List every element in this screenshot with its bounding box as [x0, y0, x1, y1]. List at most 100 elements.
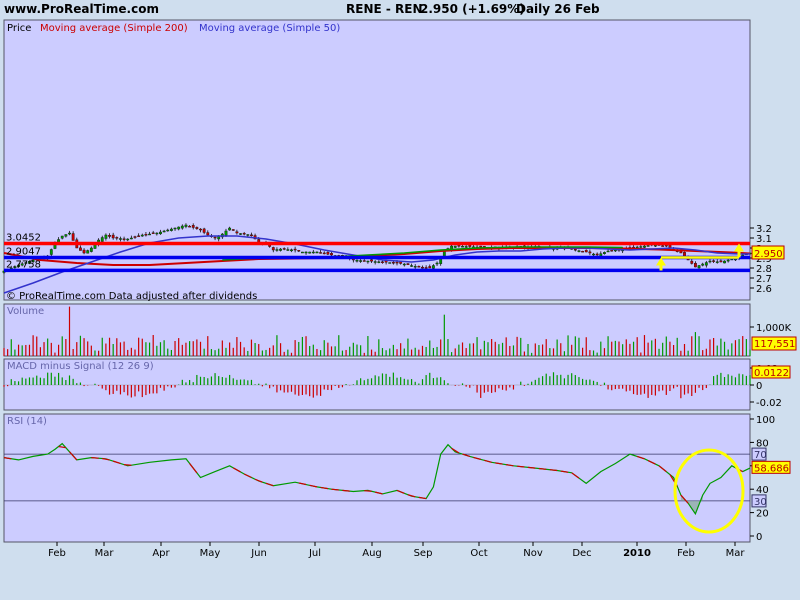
rsi-down-segment [364, 490, 372, 492]
candle [242, 233, 246, 235]
candle [290, 249, 293, 252]
candle [129, 237, 133, 240]
legend-ma50: Moving average (Simple 50) [199, 23, 340, 34]
level-label: 2.9047 [6, 247, 41, 258]
candle [366, 260, 370, 263]
candle [311, 251, 315, 254]
legend-rsi: RSI (14) [7, 416, 47, 427]
candle [664, 244, 668, 247]
x-tick-label: Sep [414, 548, 433, 559]
candle [166, 229, 170, 232]
candle [140, 234, 144, 237]
candle [373, 261, 377, 263]
candle [49, 249, 53, 255]
candle [100, 237, 104, 242]
candle [169, 228, 173, 231]
candle [271, 247, 275, 251]
candle [279, 248, 282, 251]
candle [275, 249, 279, 251]
candle [584, 249, 588, 253]
candle [199, 228, 202, 231]
candle [202, 228, 206, 233]
volume-tick-label: 1,000K [756, 323, 792, 334]
candle [406, 263, 410, 265]
candle [137, 235, 141, 237]
candle [402, 263, 406, 266]
price-tick-label: 2.6 [756, 284, 772, 295]
rsi-level-label: 70 [754, 450, 767, 461]
candle [151, 232, 155, 234]
candle [108, 235, 111, 237]
candle [162, 230, 166, 233]
candle [595, 253, 599, 256]
candle [224, 230, 228, 236]
candle [155, 232, 159, 235]
candle [293, 248, 297, 251]
candle [191, 225, 195, 228]
candle [726, 259, 730, 262]
candle [479, 245, 483, 248]
rsi-tick-label: 40 [756, 485, 769, 496]
candle [148, 233, 151, 236]
x-tick-label: Feb [48, 548, 66, 559]
candle [315, 251, 319, 254]
rsi-down-segment [342, 489, 350, 492]
candle [704, 262, 708, 266]
candle [111, 234, 115, 239]
candle [235, 231, 239, 234]
candle [330, 253, 333, 256]
candle [286, 249, 290, 251]
candle [428, 266, 432, 269]
x-tick-label: Mar [726, 548, 746, 559]
candle [592, 253, 595, 256]
candle [68, 232, 71, 235]
rsi-value-label: 58.686 [754, 463, 789, 474]
rsi-tick-label: 20 [756, 509, 769, 520]
rsi-down-segment [517, 465, 525, 468]
x-tick-label: Aug [362, 548, 382, 559]
candle [599, 253, 603, 257]
candle [712, 260, 716, 262]
last-price-label: 2.950 [754, 249, 783, 260]
candle [326, 252, 330, 255]
rsi-down-segment [331, 488, 339, 491]
x-tick-label: Apr [152, 548, 170, 559]
candle [588, 251, 592, 254]
legend-macd: MACD minus Signal (12 26 9) [7, 361, 154, 372]
candle [468, 244, 472, 247]
x-tick-label: Oct [470, 548, 487, 559]
candle [213, 236, 217, 239]
price-footer: © ProRealTime.com Data adjusted after di… [6, 291, 257, 302]
legend-ma200: Moving average (Simple 200) [40, 23, 188, 34]
candle [381, 261, 384, 263]
candle [613, 249, 617, 252]
candle [723, 260, 726, 264]
rsi-down-segment [549, 469, 558, 472]
candle [603, 252, 606, 255]
volume-value-label: 117,551 [754, 339, 795, 350]
candle [308, 251, 312, 254]
candle [322, 252, 326, 255]
candle [104, 234, 108, 239]
candle [144, 233, 148, 236]
candle [250, 234, 253, 237]
candle [391, 262, 395, 264]
candle [668, 244, 672, 248]
candle [457, 245, 461, 247]
candle [417, 266, 421, 268]
candle [301, 251, 304, 254]
candle [79, 247, 82, 251]
candle [184, 224, 188, 227]
candle [231, 229, 235, 231]
stock-chart[interactable]: Price Moving average (Simple 200) Moving a… [0, 0, 800, 600]
candle [715, 261, 719, 263]
x-tick-label: Jun [250, 548, 267, 559]
candle [464, 246, 468, 248]
legend-price: Price [7, 23, 31, 34]
candle [282, 248, 286, 250]
rsi-tick-label: 100 [756, 415, 775, 426]
candle [239, 233, 242, 235]
candle [577, 250, 581, 252]
level-label: 2.7758 [6, 259, 41, 270]
candle [435, 262, 439, 265]
